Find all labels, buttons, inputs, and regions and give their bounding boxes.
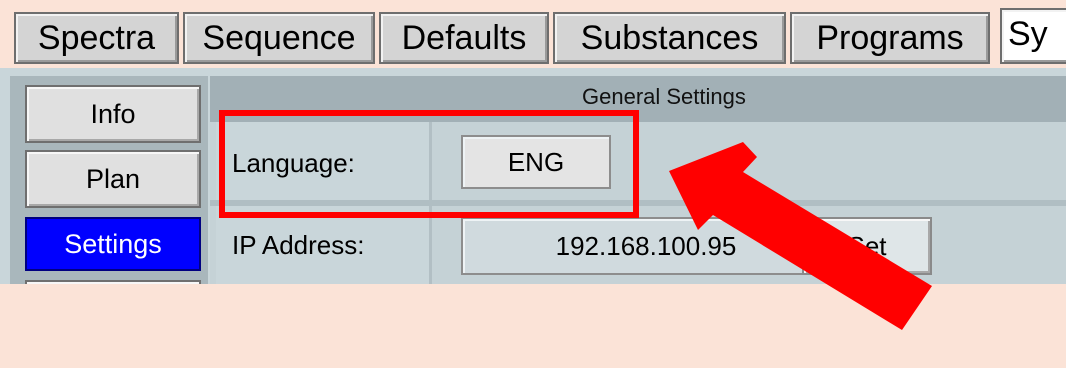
red-arrow-icon <box>669 142 932 330</box>
screenshot: Spectra Sequence Defaults Substances Pro… <box>0 0 1066 368</box>
